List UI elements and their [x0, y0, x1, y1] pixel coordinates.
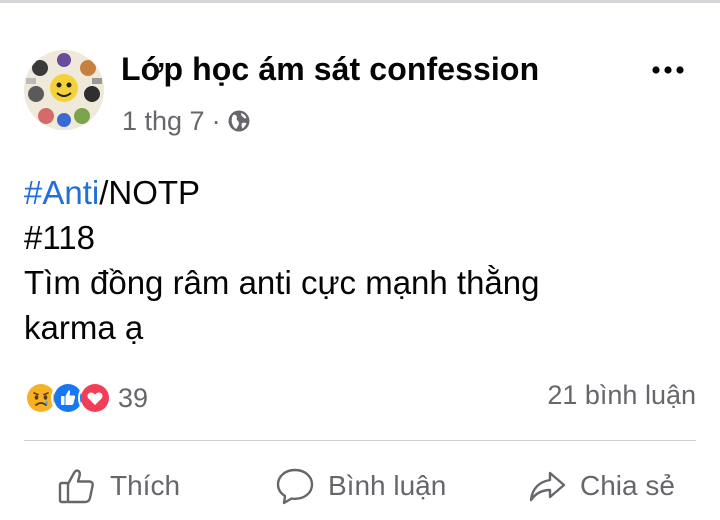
actions-divider: [24, 440, 696, 441]
reactions-summary[interactable]: 39: [24, 380, 148, 416]
share-arrow-icon: [529, 471, 566, 502]
post-line-1-rest: /NOTP: [99, 174, 201, 211]
avatar-collage: [24, 50, 104, 130]
thumbs-up-icon: [58, 469, 94, 504]
comments-count[interactable]: 21 bình luận: [547, 380, 696, 411]
comment-button[interactable]: Bình luận: [274, 458, 446, 514]
like-button[interactable]: Thích: [56, 458, 180, 514]
post-line-2: #118: [24, 219, 95, 256]
post-line-1: #Anti/NOTP: [24, 170, 696, 215]
more-options-button[interactable]: [646, 52, 690, 88]
globe-icon[interactable]: [227, 109, 251, 133]
post-header: Lớp học ám sát confession 1 thg 7 ·: [24, 46, 696, 138]
post-line-3: Tìm đồng râm anti cực mạnh thằng: [24, 264, 540, 301]
share-label: Chia sẻ: [580, 470, 675, 501]
top-border: [0, 0, 720, 3]
post-time[interactable]: 1 thg 7: [122, 106, 205, 137]
hashtag-link[interactable]: #Anti: [24, 174, 99, 211]
share-button[interactable]: Chia sẻ: [526, 458, 675, 514]
love-reaction-icon: [78, 381, 112, 415]
post-stats: 39 21 bình luận: [24, 378, 696, 418]
post-text: #Anti/NOTP #118 Tìm đồng râm anti cực mạ…: [24, 170, 696, 350]
like-label: Thích: [110, 470, 181, 501]
page-name[interactable]: Lớp học ám sát confession: [121, 51, 539, 88]
reaction-count: 39: [118, 382, 149, 413]
post-line-4: karma ạ: [24, 309, 144, 346]
post-actions: Thích Bình luận Chia sẻ: [24, 458, 696, 514]
post-meta: 1 thg 7 ·: [122, 103, 251, 139]
avatar[interactable]: [24, 50, 104, 130]
meta-separator: ·: [211, 105, 221, 136]
more-dots-icon: [652, 66, 684, 74]
comment-label: Bình luận: [328, 470, 447, 501]
comment-bubble-icon: [276, 468, 314, 505]
